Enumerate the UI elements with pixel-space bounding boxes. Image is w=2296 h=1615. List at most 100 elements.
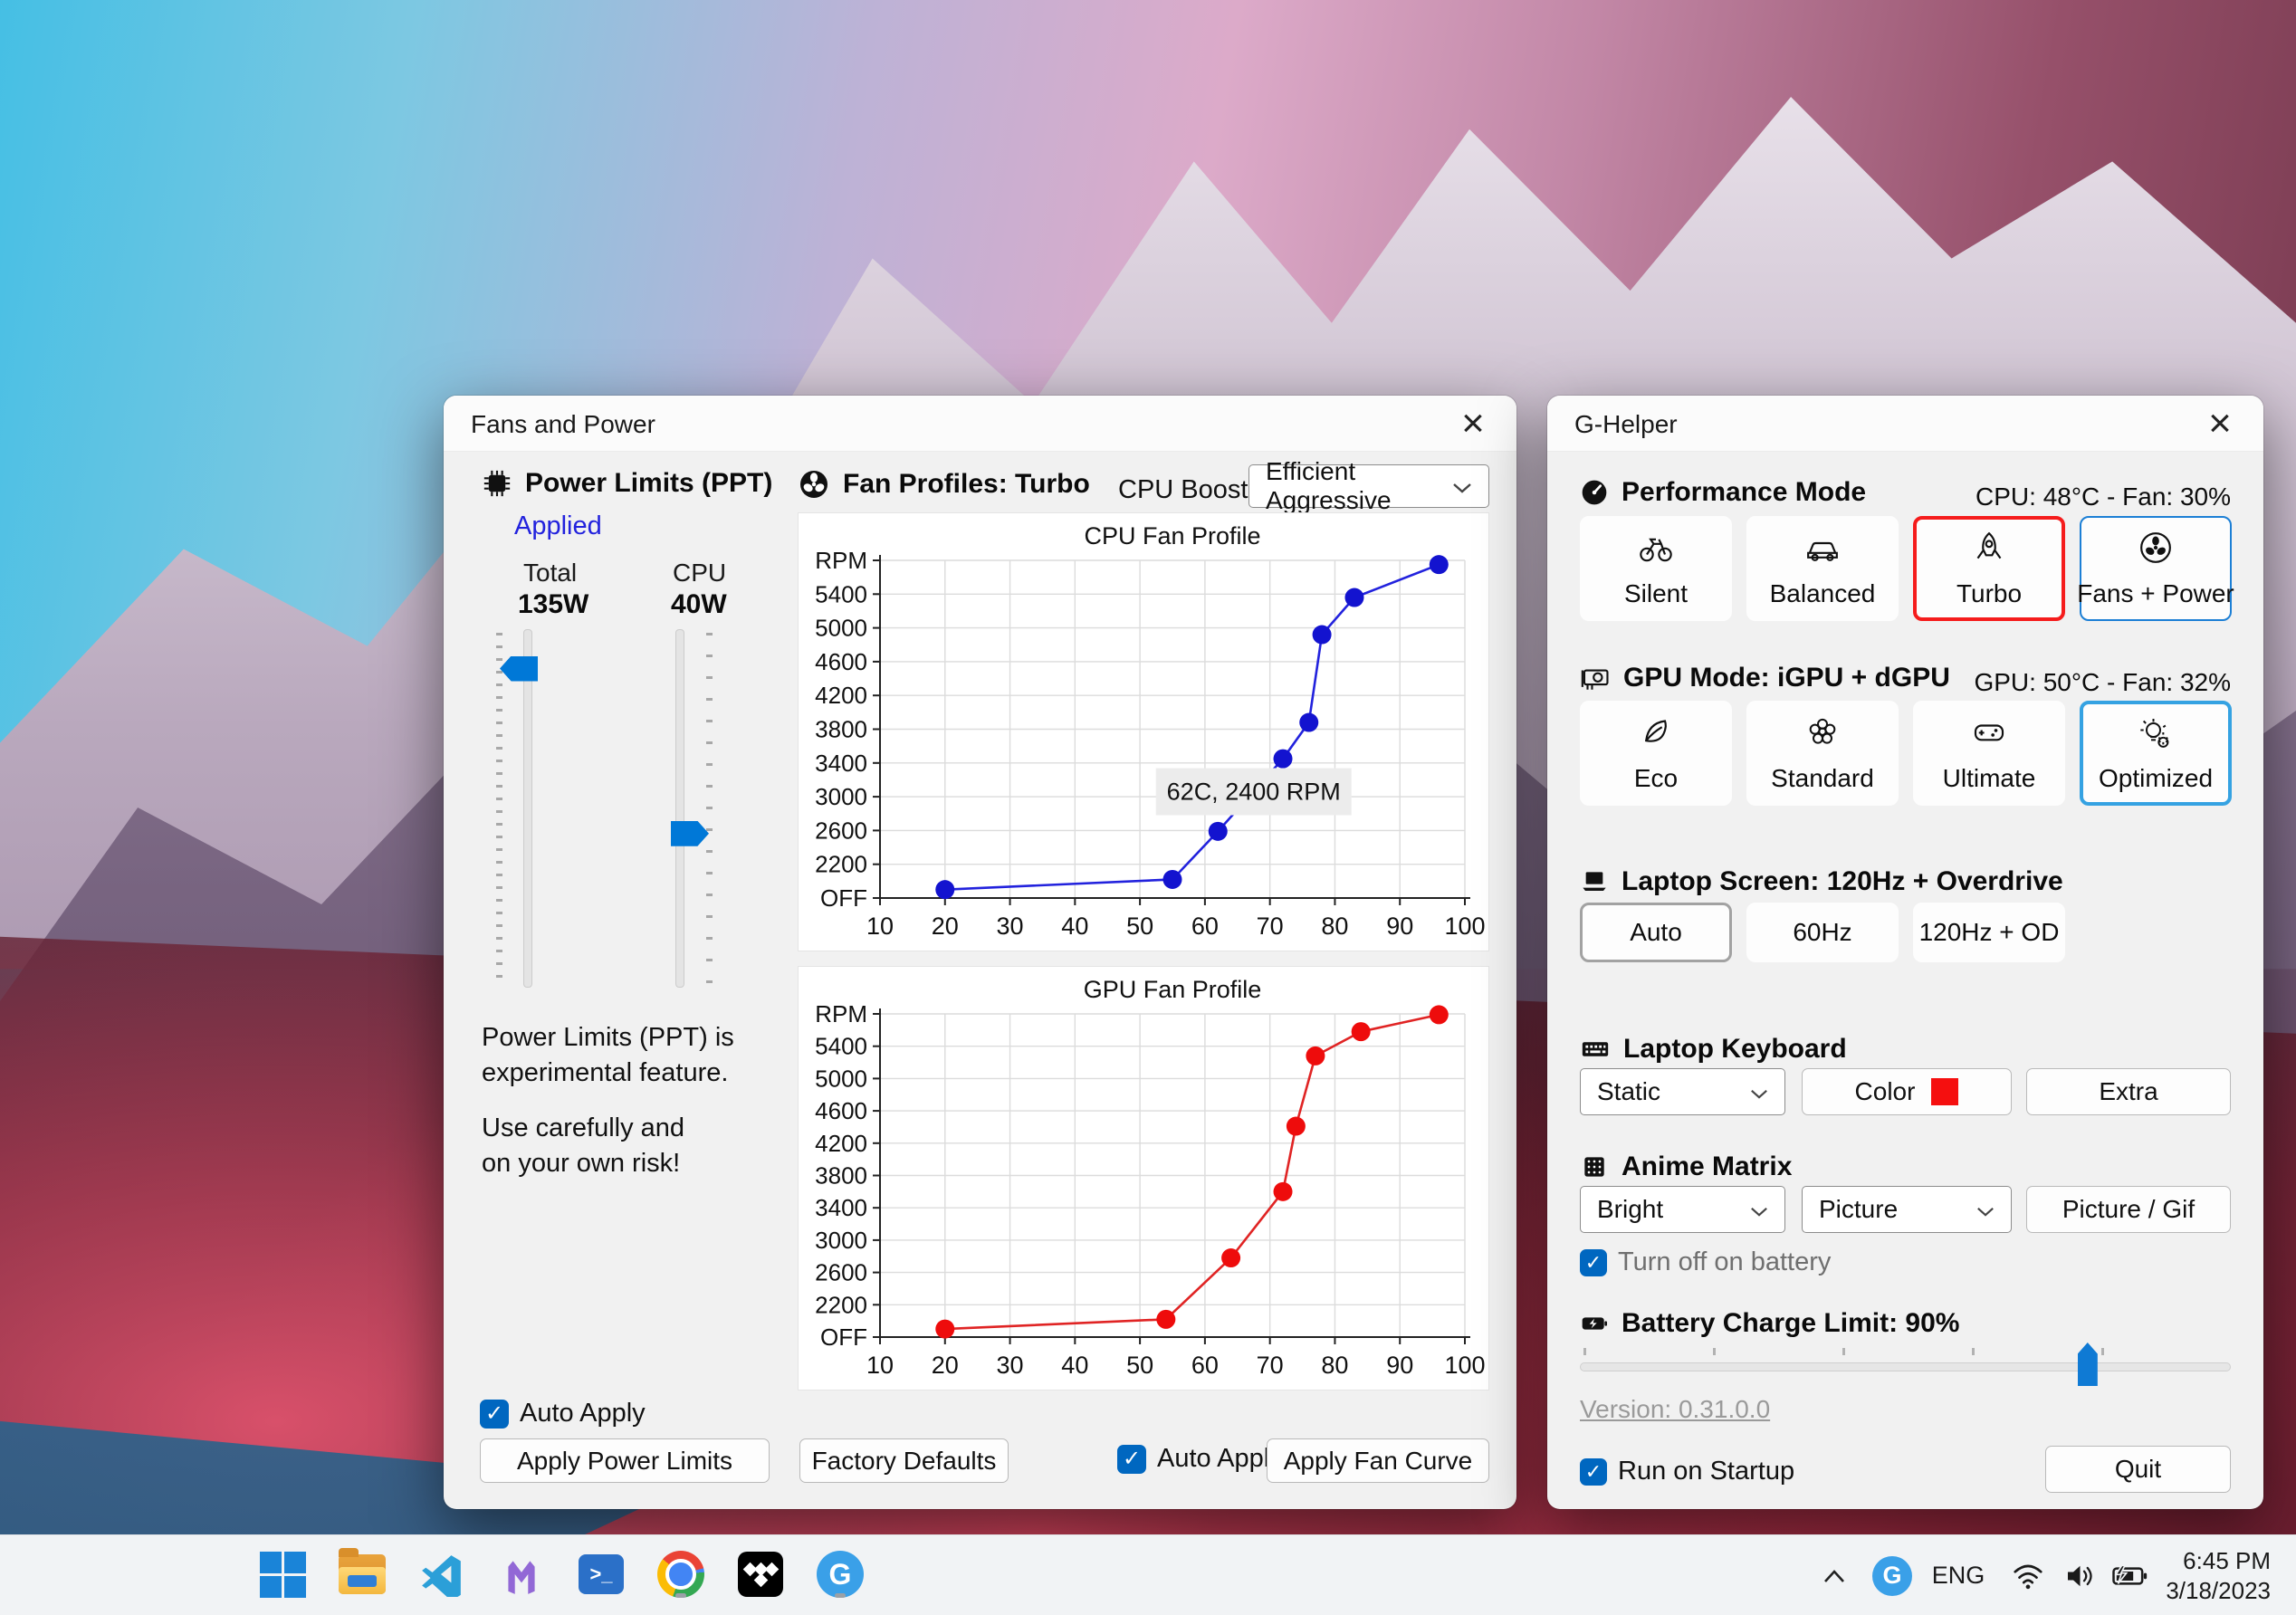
flower-icon: [1804, 714, 1841, 755]
svg-text:30: 30: [997, 1352, 1024, 1379]
mode-button-label: Eco: [1633, 763, 1679, 792]
svg-text:90: 90: [1386, 913, 1413, 940]
vscode-icon[interactable]: [416, 1548, 468, 1601]
checkbox-checked-icon[interactable]: ✓: [480, 1399, 509, 1429]
battery-slider-track[interactable]: [1580, 1362, 2231, 1371]
checkbox-checked-icon[interactable]: ✓: [1580, 1457, 1607, 1486]
visual-studio-icon[interactable]: [495, 1548, 548, 1601]
chrome-logo-icon: [657, 1551, 704, 1598]
keyboard-color-button[interactable]: Color: [1802, 1068, 2012, 1115]
svg-text:4600: 4600: [815, 648, 867, 675]
clock-date: 3/18/2023: [2166, 1576, 2271, 1604]
total-slider-track[interactable]: [523, 629, 532, 988]
bicycle-icon: [1638, 530, 1674, 570]
keyboard-mode-dropdown[interactable]: Static: [1580, 1068, 1785, 1115]
mode-button-optimized[interactable]: Optimized: [2080, 701, 2232, 806]
g-helper-taskbar-icon[interactable]: G: [814, 1548, 866, 1601]
file-explorer-icon[interactable]: [336, 1548, 388, 1601]
run-on-startup-checkbox[interactable]: ✓ Run on Startup: [1580, 1457, 1794, 1486]
svg-text:3000: 3000: [815, 1227, 867, 1254]
laptop-keyboard-header: Laptop Keyboard: [1580, 1034, 1847, 1065]
mode-button-silent[interactable]: Silent: [1580, 516, 1732, 621]
chip-icon: [483, 470, 511, 497]
mode-button-120hz-od[interactable]: 120Hz + OD: [1913, 903, 2065, 962]
leaf-icon: [1638, 714, 1674, 755]
cpu-slider-thumb[interactable]: [671, 820, 709, 846]
turn-off-on-battery-checkbox[interactable]: ✓ Turn off on battery: [1580, 1247, 1831, 1277]
tray-battery[interactable]: [2104, 1535, 2155, 1615]
svg-text:3800: 3800: [815, 716, 867, 743]
gpu-fan-chart[interactable]: GPU Fan Profile OFF 2200 2600 3000 3400 3800 42…: [799, 967, 1488, 1390]
fans-window-titlebar[interactable]: Fans and Power ×: [444, 396, 1516, 452]
factory-defaults-button[interactable]: Factory Defaults: [799, 1438, 1009, 1483]
tray-chevron-up[interactable]: [1811, 1535, 1858, 1615]
cpu-boost-dropdown[interactable]: Efficient Aggressive: [1248, 457, 1489, 514]
tray-language[interactable]: ENG: [1927, 1535, 1990, 1615]
close-icon[interactable]: ×: [1449, 401, 1497, 448]
svg-text:10: 10: [866, 913, 894, 940]
auto-apply-power-checkbox[interactable]: ✓ Auto Apply: [480, 1399, 646, 1429]
tray-volume[interactable]: [2053, 1535, 2104, 1615]
matrix-brightness-dropdown[interactable]: Bright: [1580, 1186, 1785, 1233]
mode-button-60hz[interactable]: 60Hz: [1746, 903, 1899, 962]
gpu-mode-buttons: Eco Standard Ultimate Optimized: [1580, 701, 2232, 806]
running-indicator: [835, 1593, 846, 1598]
svg-text:2200: 2200: [815, 851, 867, 878]
ppt-note-2: Use carefully and on your own risk!: [482, 1113, 685, 1179]
powershell-icon[interactable]: >_: [575, 1548, 627, 1601]
checkbox-checked-icon[interactable]: ✓: [1580, 1248, 1607, 1276]
fan-profiles-header: Fan Profiles: Turbo: [798, 468, 1090, 501]
checkbox-checked-icon[interactable]: ✓: [1117, 1444, 1146, 1474]
cpu-slider-track[interactable]: [675, 629, 684, 988]
close-icon[interactable]: ×: [2196, 401, 2243, 448]
svg-text:5000: 5000: [815, 1065, 867, 1092]
auto-apply-fan-checkbox[interactable]: ✓ Auto Apply: [1117, 1444, 1283, 1474]
mode-button-eco[interactable]: Eco: [1580, 701, 1732, 806]
chrome-icon[interactable]: [655, 1548, 707, 1601]
applied-link[interactable]: Applied: [514, 511, 602, 541]
cpu-value: 40W: [671, 589, 727, 619]
mode-button-label: 120Hz + OD: [1918, 918, 2060, 946]
anime-matrix-header: Anime Matrix: [1580, 1152, 1792, 1182]
tray-clock[interactable]: 6:45 PM 3/18/2023: [2166, 1535, 2271, 1615]
svg-text:100: 100: [1444, 913, 1485, 940]
gpu-mode-header: GPU Mode: iGPU + dGPU: [1580, 663, 1950, 693]
mode-button-turbo[interactable]: Turbo: [1913, 516, 2065, 621]
bulb-gear-icon: [2138, 714, 2174, 755]
keyboard-extra-button[interactable]: Extra: [2026, 1068, 2231, 1115]
svg-text:CPU Fan Profile: CPU Fan Profile: [1084, 522, 1260, 549]
svg-text:4600: 4600: [815, 1097, 867, 1124]
tray-wifi[interactable]: [2003, 1535, 2053, 1615]
chevron-down-icon: [1452, 472, 1472, 501]
svg-text:2600: 2600: [815, 1259, 867, 1286]
mode-button-auto[interactable]: Auto: [1580, 903, 1732, 962]
quit-button[interactable]: Quit: [2045, 1446, 2231, 1493]
chevron-up-icon: [1824, 1569, 1844, 1582]
cpu-fan-chart[interactable]: CPU Fan Profile OFF 2200 2600 3000 3400 3800 42…: [799, 513, 1488, 951]
svg-text:GPU Fan Profile: GPU Fan Profile: [1084, 976, 1262, 1003]
mode-button-label: Fans + Power: [2077, 578, 2234, 607]
mode-button-ultimate[interactable]: Ultimate: [1913, 701, 2065, 806]
apply-power-limits-button[interactable]: Apply Power Limits: [480, 1438, 770, 1483]
svg-text:5000: 5000: [815, 615, 867, 642]
car-icon: [1804, 530, 1841, 570]
gpu-temp-fan-status: GPU: 50°C - Fan: 32%: [1974, 668, 2231, 696]
battery-icon: [1582, 1317, 1607, 1330]
matrix-picture-gif-button[interactable]: Picture / Gif: [2026, 1186, 2231, 1233]
matrix-mode-dropdown[interactable]: Picture: [1802, 1186, 2012, 1233]
tidal-icon[interactable]: [734, 1548, 787, 1601]
mode-button-fans-power[interactable]: Fans + Power: [2077, 516, 2234, 621]
mode-button-standard[interactable]: Standard: [1746, 701, 1899, 806]
version-link[interactable]: Version: 0.31.0.0: [1580, 1395, 1770, 1424]
folder-icon: [339, 1548, 386, 1594]
gpu-fan-chart-panel[interactable]: GPU Fan Profile OFF 2200 2600 3000 3400 3800 42…: [798, 966, 1489, 1390]
ghelper-titlebar[interactable]: G-Helper ×: [1547, 396, 2263, 452]
apply-fan-curve-button[interactable]: Apply Fan Curve: [1267, 1438, 1489, 1483]
tray-g-helper-icon[interactable]: G: [1867, 1535, 1918, 1615]
cpu-fan-chart-panel[interactable]: CPU Fan Profile OFF 2200 2600 3000 3400 3800 42…: [798, 512, 1489, 951]
total-slider-thumb[interactable]: [500, 655, 538, 682]
start-button[interactable]: [256, 1548, 309, 1601]
visual-studio-logo-icon: [508, 1561, 535, 1594]
color-button-label: Color: [1854, 1077, 1916, 1105]
mode-button-balanced[interactable]: Balanced: [1746, 516, 1899, 621]
